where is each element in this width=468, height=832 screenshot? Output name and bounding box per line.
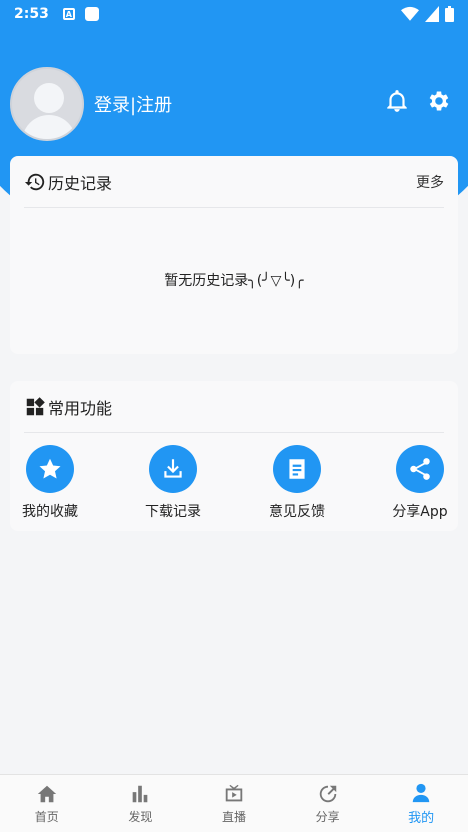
- status-time: 2:53: [14, 6, 49, 22]
- bottom-tab-bar: 首页 发现 直播 分享 我的: [0, 774, 468, 832]
- tab-discover-label: 发现: [128, 809, 153, 824]
- tv-icon: [225, 784, 243, 801]
- tab-mine[interactable]: 我的: [374, 775, 468, 832]
- bell-icon[interactable]: [384, 88, 410, 114]
- status-bar: 2:53 A: [0, 0, 468, 28]
- share-app-button[interactable]: 分享App: [375, 445, 465, 521]
- history-icon: [24, 173, 45, 190]
- tab-home[interactable]: 首页: [0, 775, 94, 832]
- tab-share-label: 分享: [315, 809, 340, 824]
- avatar[interactable]: [10, 67, 84, 141]
- tab-home-label: 首页: [34, 809, 59, 824]
- downloads-button[interactable]: 下载记录: [128, 445, 218, 521]
- download-icon: [164, 459, 182, 478]
- battery-icon: [445, 6, 454, 22]
- tab-mine-label: 我的: [408, 810, 435, 826]
- share-arrow-icon: [319, 785, 336, 802]
- gear-icon[interactable]: [426, 88, 452, 114]
- login-register-link[interactable]: 登录|注册: [94, 91, 172, 117]
- tab-live-label: 直播: [221, 809, 246, 824]
- downloads-label: 下载记录: [145, 504, 201, 520]
- wifi-icon: [401, 6, 419, 21]
- functions-card: 常用功能 我的收藏 下载记录 意见反馈 分享App: [10, 381, 458, 531]
- functions-title: 常用功能: [48, 398, 113, 418]
- dashboard-icon: [26, 396, 45, 415]
- header-actions: [384, 88, 452, 114]
- history-title: 历史记录: [48, 173, 113, 193]
- bar-chart-icon: [133, 785, 148, 802]
- history-header: 历史记录 更多: [24, 156, 444, 208]
- user-icon: [412, 783, 430, 802]
- notification-square-icon: [84, 7, 99, 21]
- feedback-button[interactable]: 意见反馈: [252, 445, 342, 521]
- tab-share[interactable]: 分享: [281, 775, 375, 832]
- share-icon: [410, 458, 430, 480]
- feedback-label: 意见反馈: [269, 504, 325, 520]
- signal-icon: [425, 6, 439, 22]
- favorites-label: 我的收藏: [22, 504, 78, 520]
- star-icon: [39, 458, 61, 479]
- home-icon: [37, 785, 56, 802]
- history-empty-text: 暂无历史记录╮(╯▽╰)╭: [164, 273, 304, 289]
- share-app-label: 分享App: [392, 504, 448, 520]
- profile-section: 登录|注册: [10, 67, 172, 141]
- tab-live[interactable]: 直播: [187, 775, 281, 832]
- history-more-link[interactable]: 更多: [416, 172, 444, 192]
- notification-a-icon: A: [62, 8, 75, 20]
- functions-header: 常用功能: [24, 381, 444, 433]
- history-card: 历史记录 更多 暂无历史记录╮(╯▽╰)╭: [10, 156, 458, 354]
- tab-discover[interactable]: 发现: [94, 775, 188, 832]
- document-icon: [289, 459, 305, 479]
- favorites-button[interactable]: 我的收藏: [5, 445, 95, 521]
